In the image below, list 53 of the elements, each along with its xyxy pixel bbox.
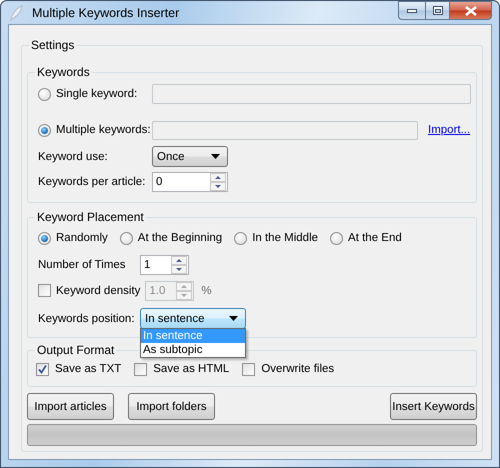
close-icon — [464, 6, 476, 16]
group-title: Settings — [29, 38, 76, 52]
radio-label: In the Middle — [252, 232, 318, 244]
dropdown-option[interactable]: As subtopic — [141, 343, 245, 357]
field-label: Keywords position: — [38, 312, 136, 324]
checkbox-label: Save as TXT — [55, 363, 122, 375]
unit-label: % — [201, 284, 212, 296]
keywords-field[interactable] — [152, 120, 418, 140]
dropdown[interactable]: In sentence — [140, 308, 246, 329]
radio-button[interactable] — [38, 88, 51, 100]
spin-arrows-icon — [171, 256, 187, 274]
action-button[interactable]: Import folders — [128, 393, 215, 420]
radio-label: Multiple keywords: — [56, 124, 152, 136]
radio-label: Single keyword: — [56, 88, 138, 100]
checkbox[interactable] — [38, 284, 51, 297]
group-title: Output Format — [35, 343, 116, 357]
action-button[interactable]: Import articles — [27, 393, 114, 420]
checkbox[interactable] — [36, 362, 49, 376]
spin-arrows-icon — [176, 282, 192, 300]
dropdown[interactable]: Once — [152, 146, 228, 167]
checkbox[interactable] — [242, 362, 256, 376]
minimize-button[interactable] — [398, 1, 425, 20]
spin-arrows-icon — [210, 173, 226, 191]
import-link[interactable]: Import... — [428, 124, 470, 136]
checkbox-label: Overwrite files — [261, 363, 334, 375]
minimize-icon — [407, 8, 417, 12]
field-label: Keywords per article: — [38, 176, 146, 188]
close-button[interactable] — [449, 1, 492, 20]
radio-button[interactable] — [38, 124, 51, 136]
caret-icon — [229, 316, 238, 321]
checkbox-label: Keyword density — [56, 284, 140, 296]
field-label: Keyword use: — [38, 150, 109, 162]
window-title: Multiple Keywords Inserter — [32, 6, 180, 20]
radio-button[interactable] — [330, 232, 344, 244]
radio-label: Randomly — [56, 232, 108, 244]
checkbox[interactable] — [134, 362, 148, 376]
group-title: Keyword Placement — [35, 210, 146, 224]
number-field[interactable]: 1 — [140, 254, 189, 274]
action-button[interactable]: Insert Keywords — [390, 393, 477, 420]
feather-icon — [9, 4, 23, 20]
group-title: Keywords — [35, 65, 92, 79]
maximize-button[interactable] — [425, 1, 449, 20]
caret-icon — [211, 154, 220, 159]
radio-button[interactable] — [38, 232, 51, 244]
checkbox-label: Save as HTML — [153, 363, 230, 375]
radio-label: At the Beginning — [138, 232, 222, 244]
radio-button[interactable] — [120, 232, 133, 244]
maximize-icon — [432, 6, 442, 15]
keyword-field[interactable] — [152, 84, 471, 104]
number-field[interactable]: 0 — [152, 172, 228, 192]
radio-button[interactable] — [234, 232, 248, 244]
field-label: Number of Times — [38, 258, 127, 270]
radio-label: At the End — [348, 232, 402, 244]
